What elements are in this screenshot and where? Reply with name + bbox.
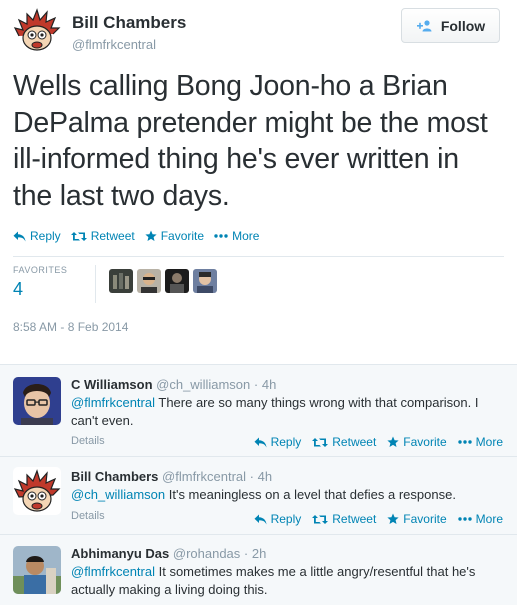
author-name[interactable]: Bill Chambers	[72, 13, 186, 33]
more-action[interactable]: More	[457, 512, 503, 526]
reply-separator: ·	[253, 377, 259, 392]
more-label: More	[232, 229, 260, 243]
reply-action[interactable]: Reply	[254, 512, 302, 526]
reply-header: Abhimanyu Das @rohandas · 2h	[71, 546, 266, 561]
retweet-action[interactable]: Retweet	[312, 512, 376, 526]
reply-mention[interactable]: @ch_williamson	[71, 487, 165, 502]
reply-author-handle[interactable]: @rohandas	[173, 546, 240, 561]
tweet-text: Wells calling Bong Joon-ho a Brian DePal…	[13, 70, 488, 212]
reply-avatar[interactable]	[13, 377, 61, 425]
tweet-timestamp: 8:58 AM - 8 Feb 2014	[13, 320, 129, 334]
more-dots-icon	[214, 234, 228, 238]
favorites-count[interactable]: 4	[13, 279, 23, 300]
reply-author-handle[interactable]: @flmfrkcentral	[162, 469, 246, 484]
reply-author-name[interactable]: Abhimanyu Das	[71, 546, 169, 561]
reply-avatar[interactable]	[13, 467, 61, 515]
reply-icon	[13, 231, 26, 241]
more-dots-icon	[457, 440, 472, 444]
retweet-icon	[312, 437, 329, 447]
retweet-label: Retweet	[332, 435, 377, 449]
details-link[interactable]: Details	[71, 435, 105, 447]
favorite-label: Favorite	[160, 229, 205, 243]
reply-text: @flmfrkcentral It sometimes makes me a l…	[71, 563, 501, 599]
retweet-label: Retweet	[90, 229, 135, 243]
more-dots-icon	[457, 517, 472, 521]
reply-icon	[254, 514, 267, 524]
retweet-icon	[70, 231, 87, 241]
stats-separator	[95, 265, 96, 303]
favoriter-avatar[interactable]	[109, 269, 133, 293]
reply-label: Reply	[270, 512, 302, 526]
reply-time[interactable]: 2h	[252, 546, 266, 561]
reply-icon	[254, 437, 267, 447]
more-action[interactable]: More	[214, 229, 259, 243]
favorite-action[interactable]: Favorite	[387, 512, 447, 526]
favorite-label: Favorite	[403, 512, 447, 526]
reply-tweet: Bill Chambers @flmfrkcentral · 4h @ch_wi…	[0, 458, 517, 535]
reply-actions: Reply Retweet Favorite More	[254, 512, 503, 526]
author-handle[interactable]: @flmfrkcentral	[72, 37, 156, 52]
reply-header: Bill Chambers @flmfrkcentral · 4h	[71, 469, 272, 484]
reply-text: @ch_williamson It's meaningless on a lev…	[71, 486, 501, 504]
reply-time[interactable]: 4h	[258, 469, 272, 484]
reply-header: C Williamson @ch_williamson · 4h	[71, 377, 276, 392]
reply-mention[interactable]: @flmfrkcentral	[71, 564, 155, 579]
reply-tweet: C Williamson @ch_williamson · 4h @flmfrk…	[0, 366, 517, 457]
reply-text: @flmfrkcentral There are so many things …	[71, 394, 501, 430]
reply-actions: Reply Retweet Favorite More	[254, 435, 503, 449]
reply-label: Reply	[30, 229, 61, 243]
more-label: More	[475, 512, 503, 526]
favoriter-avatar[interactable]	[137, 269, 161, 293]
divider	[13, 256, 504, 257]
favorite-action[interactable]: Favorite	[145, 229, 204, 243]
reply-mention[interactable]: @flmfrkcentral	[71, 395, 155, 410]
reply-author-name[interactable]: Bill Chambers	[71, 469, 158, 484]
retweet-action[interactable]: Retweet	[312, 435, 376, 449]
follow-button[interactable]: Follow	[401, 8, 500, 43]
reply-separator: ·	[243, 546, 249, 561]
reply-separator: ·	[249, 469, 255, 484]
tweet-actions: Reply Retweet Favorite More	[13, 229, 259, 243]
reply-tweet: Abhimanyu Das @rohandas · 2h @flmfrkcent…	[0, 536, 517, 605]
retweet-action[interactable]: Retweet	[70, 229, 135, 243]
retweet-label: Retweet	[332, 512, 377, 526]
reply-action[interactable]: Reply	[254, 435, 302, 449]
favoriter-avatar[interactable]	[193, 269, 217, 293]
star-icon	[145, 230, 157, 241]
reply-author-handle[interactable]: @ch_williamson	[156, 377, 250, 392]
more-label: More	[475, 435, 503, 449]
reply-action[interactable]: Reply	[13, 229, 61, 243]
favorite-action[interactable]: Favorite	[387, 435, 447, 449]
reply-time[interactable]: 4h	[262, 377, 276, 392]
reply-label: Reply	[270, 435, 302, 449]
favorites-label: FAVORITES	[13, 265, 68, 275]
more-action[interactable]: More	[457, 435, 503, 449]
reply-avatar[interactable]	[13, 546, 61, 594]
favoriter-avatar[interactable]	[165, 269, 189, 293]
author-avatar[interactable]	[13, 6, 61, 54]
follow-label: Follow	[440, 17, 486, 34]
favorite-label: Favorite	[403, 435, 447, 449]
reply-author-name[interactable]: C Williamson	[71, 377, 153, 392]
retweet-icon	[312, 514, 329, 524]
favoriters-avatars	[109, 269, 217, 293]
main-tweet: Bill Chambers @flmfrkcentral Follow Well…	[0, 0, 517, 364]
details-link[interactable]: Details	[71, 510, 105, 522]
add-user-icon	[416, 19, 433, 32]
reply-body: It's meaningless on a level that defies …	[165, 487, 456, 502]
star-icon	[387, 436, 399, 447]
star-icon	[387, 513, 399, 524]
